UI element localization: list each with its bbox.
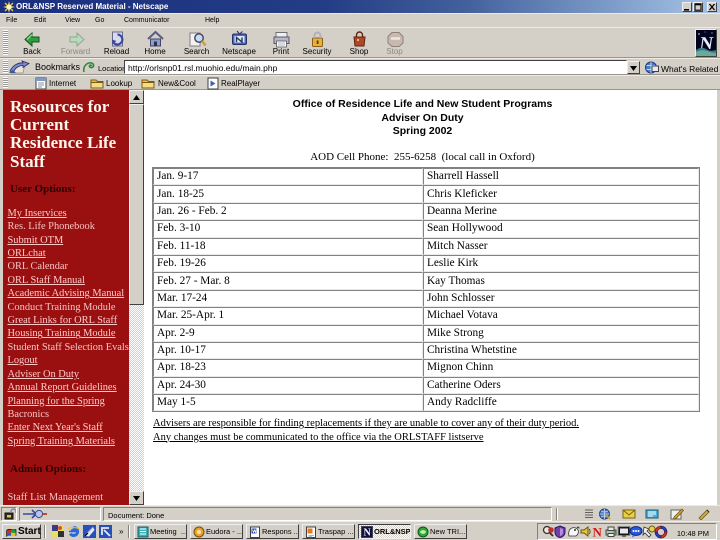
svg-text:N: N xyxy=(364,528,372,539)
svg-text:N: N xyxy=(593,525,603,538)
